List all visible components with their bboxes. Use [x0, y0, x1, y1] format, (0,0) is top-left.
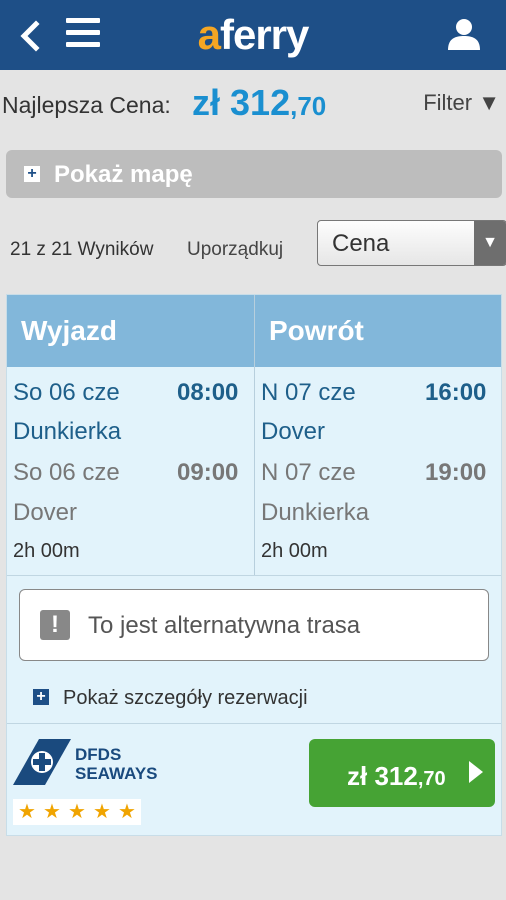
star-icon: ★	[68, 801, 86, 823]
alternative-route-notice: ! To jest alternatywna trasa	[19, 589, 489, 661]
price-currency: zł	[192, 82, 221, 123]
return-arrive-port: Dunkierka	[261, 499, 370, 526]
sort-label: Uporządkuj	[187, 239, 284, 260]
show-map-button[interactable]: + Pokaż mapę	[6, 150, 502, 198]
sort-select[interactable]: Cena ▼	[317, 220, 506, 266]
return-arrive-time: 19:00	[425, 459, 487, 486]
return-arrive-date: N 07 cze	[261, 459, 356, 486]
book-price: zł 312,70	[347, 761, 446, 792]
operator-name-line2: SEAWAYS	[75, 764, 158, 783]
return-heading: Powrót	[269, 315, 364, 346]
return-depart-time: 16:00	[425, 379, 487, 406]
star-icon: ★	[18, 801, 36, 823]
outbound-arrive-date: So 06 cze	[13, 459, 120, 486]
book-price-button[interactable]: zł 312,70	[309, 739, 495, 807]
star-icon: ★	[43, 801, 61, 823]
user-icon	[448, 19, 480, 50]
show-map-label: Pokaż mapę	[54, 161, 193, 188]
star-icon: ★	[93, 801, 111, 823]
best-price-value: zł 312,70	[192, 82, 326, 124]
chevron-right-icon	[469, 759, 483, 790]
result-card: Wyjazd Powrót So 06 cze 08:00 Dunkierka …	[6, 294, 502, 836]
aferry-logo[interactable]: aferry	[0, 10, 506, 60]
best-price-row: Najlepsza Cena: zł 312,70 Filter ▼	[0, 80, 506, 126]
operator-logo: DFDS SEAWAYS	[13, 739, 163, 785]
top-bar: aferry	[0, 0, 506, 70]
rating-stars: ★ ★ ★ ★ ★	[13, 799, 141, 825]
outbound-duration: 2h 00m	[13, 540, 80, 562]
logo-accent-letter: a	[197, 11, 221, 58]
price-whole: 312	[230, 82, 291, 123]
outbound-arrive-port: Dover	[13, 499, 78, 526]
filter-label: Filter	[423, 90, 473, 115]
filter-button[interactable]: Filter ▼	[423, 90, 500, 116]
show-booking-details-link[interactable]: + Pokaż szczegóły rezerwacji	[7, 685, 501, 721]
price-decimals: ,70	[290, 91, 327, 121]
divider	[7, 575, 501, 576]
plus-icon: +	[24, 166, 40, 182]
alternative-route-text: To jest alternatywna trasa	[88, 612, 361, 639]
outbound-depart-time: 08:00	[177, 379, 239, 406]
book-price-whole: 312	[374, 761, 418, 791]
show-booking-details-label: Pokaż szczegóły rezerwacji	[63, 687, 308, 709]
outbound-heading: Wyjazd	[21, 315, 117, 346]
book-price-decimals: ,70	[417, 768, 446, 790]
column-divider	[254, 295, 255, 575]
return-duration: 2h 00m	[261, 540, 328, 562]
dropdown-arrow-icon: ▼	[474, 221, 506, 265]
best-price-label: Najlepsza Cena:	[2, 92, 171, 118]
outbound-depart-date: So 06 cze	[13, 379, 120, 406]
book-price-currency: zł	[347, 761, 368, 791]
outbound-arrive-time: 09:00	[177, 459, 239, 486]
return-depart-port: Dover	[261, 418, 326, 445]
return-depart-date: N 07 cze	[261, 379, 356, 406]
results-count: 21 z 21 Wyników	[10, 239, 154, 260]
operator-name-line1: DFDS	[75, 745, 121, 764]
exclamation-icon: !	[40, 610, 70, 640]
logo-text: ferry	[219, 11, 309, 58]
outbound-depart-port: Dunkierka	[13, 418, 122, 445]
sort-selected-value: Cena	[332, 230, 390, 257]
dfds-cross-logo: DFDS SEAWAYS	[13, 739, 158, 785]
caret-down-icon: ▼	[478, 90, 500, 115]
divider	[7, 723, 501, 724]
account-button[interactable]	[446, 16, 482, 52]
plus-icon: +	[33, 689, 49, 705]
star-icon: ★	[118, 801, 136, 823]
